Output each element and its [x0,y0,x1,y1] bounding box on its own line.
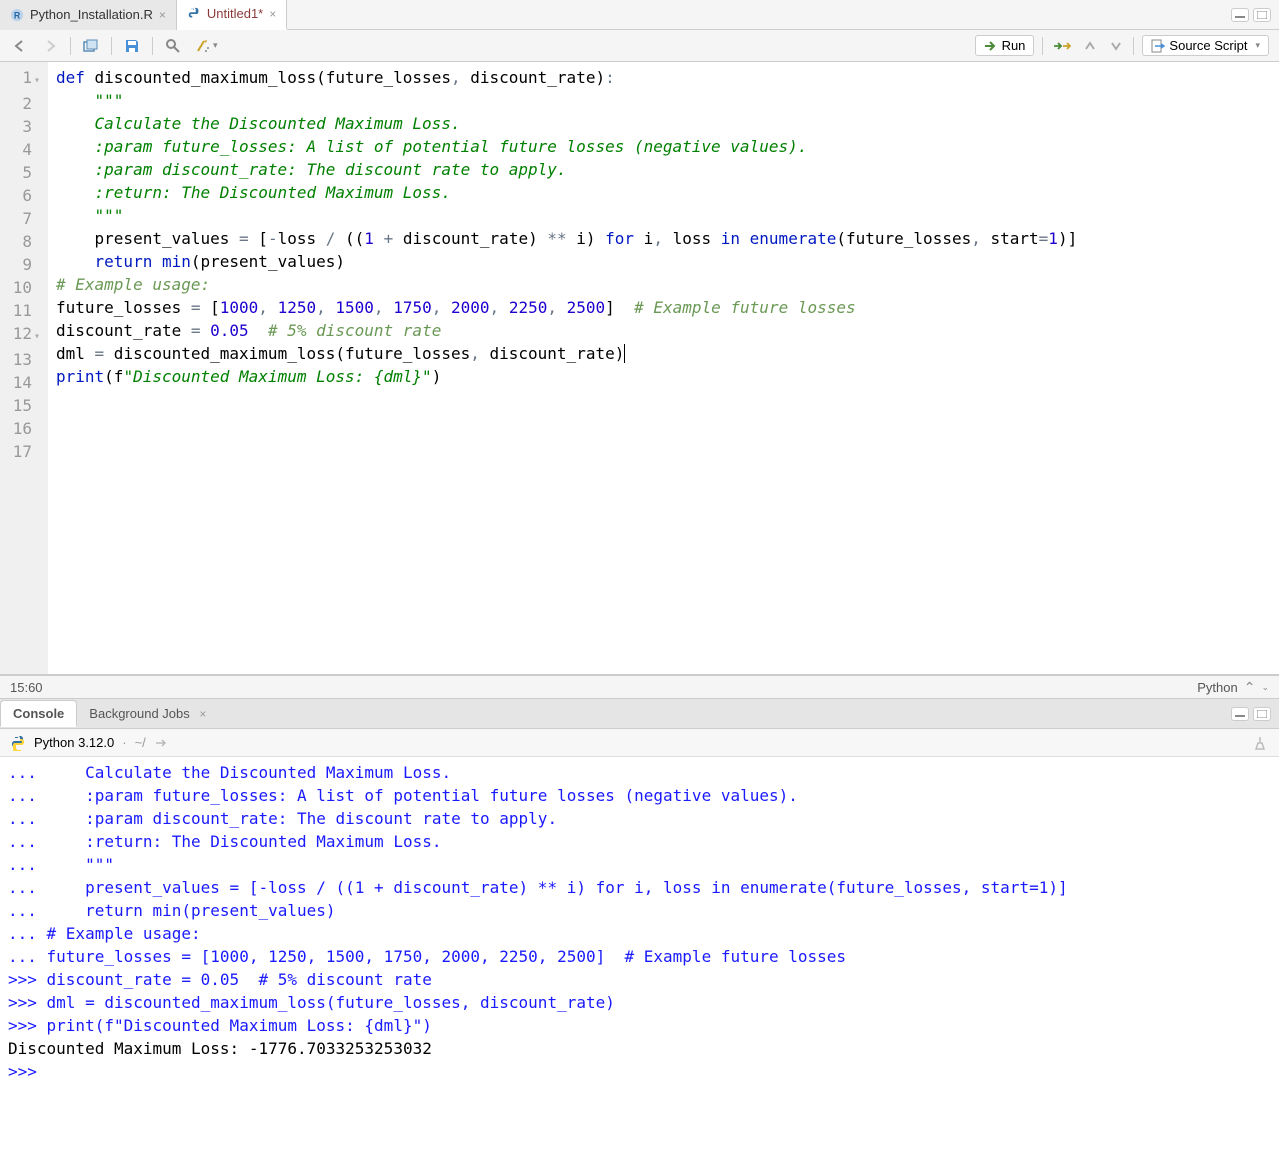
clear-console-icon[interactable] [1251,735,1269,751]
close-icon[interactable]: × [159,8,166,22]
tab-background-jobs[interactable]: Background Jobs × [77,701,218,726]
tab-label: Background Jobs [89,706,189,721]
tab-label: Python_Installation.R [30,7,153,22]
bottom-tabs-row: Console Background Jobs × [0,699,1279,729]
editor-toolbar: ▾ Run Source Script ▾ [0,30,1279,62]
chevron-down-icon: ▾ [1251,40,1260,51]
go-prev-section-icon[interactable] [1081,35,1099,57]
tab-untitled1[interactable]: Untitled1* × [177,0,287,30]
find-icon[interactable] [163,35,183,57]
console-version: Python 3.12.0 [34,735,114,750]
close-icon[interactable]: × [199,707,206,721]
tab-label: Untitled1* [207,6,263,21]
console-header: Python 3.12.0 · ~/ [0,729,1279,757]
separator [1042,37,1043,55]
language-indicator[interactable]: Python [1197,680,1237,695]
source-icon [1151,39,1165,53]
tab-console[interactable]: Console [0,700,77,727]
save-icon[interactable] [122,35,142,57]
minimize-pane-icon[interactable] [1231,8,1249,22]
r-file-icon: R [10,8,24,22]
back-icon[interactable] [10,35,30,57]
cursor-position: 15:60 [10,680,43,695]
go-next-section-icon[interactable] [1107,35,1125,57]
console-path: ~/ [135,735,146,750]
close-icon[interactable]: × [269,7,276,21]
bottom-pane: Console Background Jobs × Python 3.12.0 … [0,699,1279,1169]
separator [152,37,153,55]
minimize-pane-icon[interactable] [1231,707,1249,721]
source-script-button[interactable]: Source Script ▾ [1142,35,1269,56]
python-icon [10,735,26,751]
maximize-pane-icon[interactable] [1253,8,1271,22]
show-in-new-window-icon[interactable] [81,35,101,57]
code-tools-icon[interactable]: ▾ [193,35,220,57]
forward-icon[interactable] [40,35,60,57]
pane-controls [1231,8,1279,22]
run-button[interactable]: Run [975,35,1035,56]
pane-controls [1231,707,1279,721]
editor-area: 1▾23456789101112▾1314151617 def discount… [0,62,1279,675]
console-path-sep: · [122,735,126,750]
run-label: Run [1002,38,1026,53]
rerun-icon[interactable] [1051,35,1073,57]
separator [70,37,71,55]
separator [1133,37,1134,55]
editor-status-bar: 15:60 Python ⌃ ⌄ [0,675,1279,699]
code-editor[interactable]: def discounted_maximum_loss(future_losse… [48,62,1279,674]
svg-text:R: R [14,10,21,20]
console-output[interactable]: ... Calculate the Discounted Maximum Los… [0,757,1279,1169]
open-dir-icon[interactable] [154,737,168,749]
run-arrow-icon [984,40,998,52]
python-file-icon [187,7,201,21]
editor-tabs-row: R Python_Installation.R × Untitled1* × [0,0,1279,30]
source-label: Source Script [1169,38,1247,53]
maximize-pane-icon[interactable] [1253,707,1271,721]
line-number-gutter[interactable]: 1▾23456789101112▾1314151617 [0,62,48,674]
separator [111,37,112,55]
run-controls: Run Source Script ▾ [975,35,1269,57]
language-menu-icon[interactable]: ⌃ [1244,679,1256,696]
tab-python-installation[interactable]: R Python_Installation.R × [0,0,177,30]
